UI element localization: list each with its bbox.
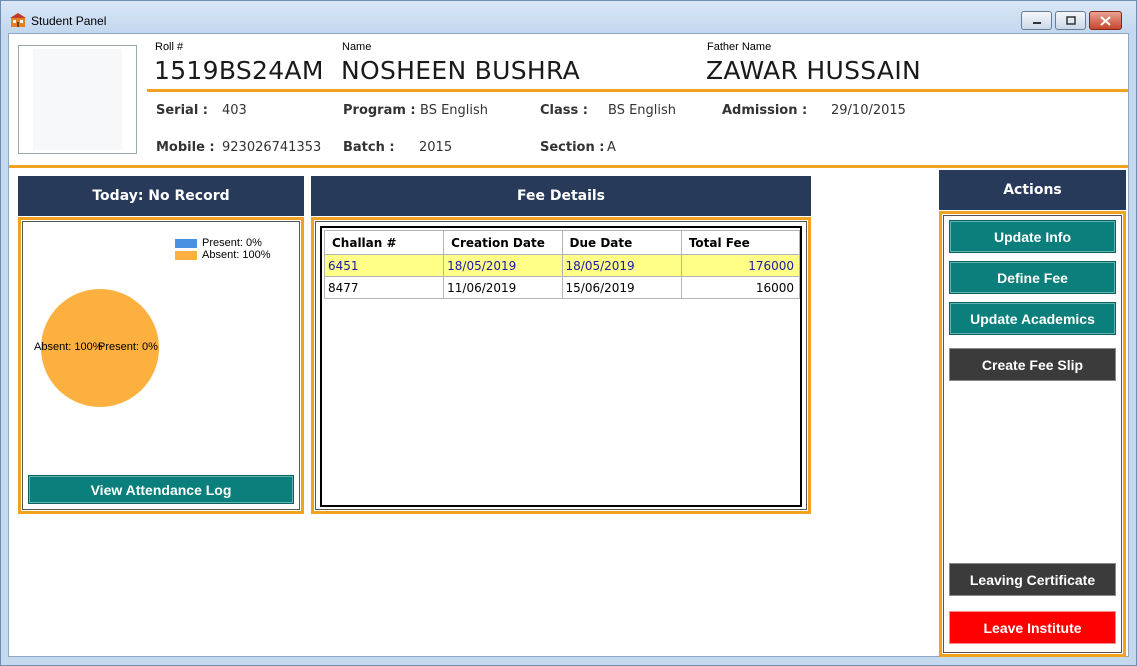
- class-label: Class :: [540, 103, 588, 118]
- attendance-panel: Present: 0% Absent: 100% Absent: 100% Pr…: [18, 217, 304, 514]
- define-fee-button[interactable]: Define Fee: [949, 261, 1116, 294]
- father-name-value: ZAWAR HUSSAIN: [706, 56, 922, 85]
- section-label: Section :: [540, 140, 605, 155]
- title-bar[interactable]: Student Panel: [1, 1, 1136, 33]
- minimize-icon: [1032, 21, 1041, 24]
- section-divider: [9, 165, 1128, 168]
- cell-challan: 8477: [323, 276, 445, 299]
- legend-item-absent: Absent: 100%: [175, 249, 271, 261]
- serial-label: Serial :: [156, 103, 208, 118]
- close-icon: [1100, 15, 1111, 26]
- maximize-icon: [1065, 16, 1076, 25]
- legend-swatch-present: [175, 238, 197, 248]
- cell-total-fee: 16000: [680, 276, 801, 299]
- name-value: NOSHEEN BUSHRA: [341, 56, 581, 85]
- create-fee-slip-button[interactable]: Create Fee Slip: [949, 348, 1116, 381]
- update-info-button[interactable]: Update Info: [949, 220, 1116, 253]
- father-name-label: Father Name: [707, 41, 772, 53]
- window-controls: [1018, 11, 1122, 30]
- cell-due-date: 15/06/2019: [561, 276, 682, 299]
- program-value: BS English: [420, 103, 489, 118]
- photo-placeholder: [33, 49, 122, 150]
- student-photo[interactable]: [18, 45, 137, 154]
- leave-institute-button[interactable]: Leave Institute: [949, 611, 1116, 644]
- close-button[interactable]: [1089, 11, 1122, 30]
- maximize-button[interactable]: [1055, 11, 1086, 30]
- cell-total-fee: 176000: [680, 254, 801, 277]
- cell-creation-date: 18/05/2019: [443, 254, 563, 277]
- fee-grid[interactable]: Challan # Creation Date Due Date Total F…: [320, 226, 802, 507]
- attendance-header: Today: No Record: [18, 176, 304, 216]
- col-challan[interactable]: Challan #: [323, 230, 445, 255]
- col-due-date[interactable]: Due Date: [561, 230, 682, 255]
- cell-challan: 6451: [323, 254, 445, 277]
- name-label: Name: [342, 41, 372, 53]
- fee-details-panel: Challan # Creation Date Due Date Total F…: [311, 217, 811, 514]
- header-divider: [147, 89, 1128, 92]
- table-row[interactable]: 8477 11/06/2019 15/06/2019 16000: [323, 276, 801, 299]
- admission-label: Admission :: [722, 103, 808, 118]
- col-total-fee[interactable]: Total Fee: [680, 230, 801, 255]
- update-academics-button[interactable]: Update Academics: [949, 302, 1116, 335]
- view-attendance-log-button[interactable]: View Attendance Log: [28, 475, 294, 504]
- roll-value: 1519BS24AM: [154, 56, 324, 85]
- legend-swatch-absent: [175, 250, 197, 260]
- minimize-button[interactable]: [1021, 11, 1052, 30]
- leaving-certificate-button[interactable]: Leaving Certificate: [949, 563, 1116, 596]
- program-label: Program :: [343, 103, 416, 118]
- legend-absent-label: Absent: 100%: [202, 249, 271, 261]
- actions-header: Actions: [939, 170, 1126, 210]
- mobile-value: 923026741353: [222, 140, 322, 155]
- table-row[interactable]: 6451 18/05/2019 18/05/2019 176000: [323, 254, 801, 277]
- client-area: Roll # 1519BS24AM Name NOSHEEN BUSHRA Fa…: [8, 33, 1129, 657]
- section-value: A: [607, 140, 616, 155]
- fee-table-header: Challan # Creation Date Due Date Total F…: [323, 230, 801, 255]
- admission-value: 29/10/2015: [831, 103, 906, 118]
- school-icon: [10, 13, 26, 27]
- roll-label: Roll #: [155, 41, 184, 53]
- col-creation-date[interactable]: Creation Date: [443, 230, 563, 255]
- cell-creation-date: 11/06/2019: [443, 276, 563, 299]
- legend-present-label: Present: 0%: [202, 237, 262, 249]
- mobile-label: Mobile :: [156, 140, 215, 155]
- legend-item-present: Present: 0%: [175, 237, 271, 249]
- chart-legend: Present: 0% Absent: 100%: [175, 237, 271, 261]
- fee-details-header: Fee Details: [311, 176, 811, 216]
- pie-label-absent: Absent: 100%: [34, 341, 103, 353]
- actions-panel: Update Info Define Fee Update Academics …: [939, 211, 1126, 657]
- class-value: BS English: [608, 103, 677, 118]
- pie-label-present: Present: 0%: [98, 341, 158, 353]
- batch-value: 2015: [419, 140, 453, 155]
- batch-label: Batch :: [343, 140, 395, 155]
- window-title: Student Panel: [31, 14, 107, 28]
- fee-table: Challan # Creation Date Due Date Total F…: [323, 230, 801, 299]
- student-panel-window: Student Panel Roll # 1519BS24AM Name NOS…: [0, 0, 1137, 666]
- cell-due-date: 18/05/2019: [561, 254, 682, 277]
- serial-value: 403: [222, 103, 247, 118]
